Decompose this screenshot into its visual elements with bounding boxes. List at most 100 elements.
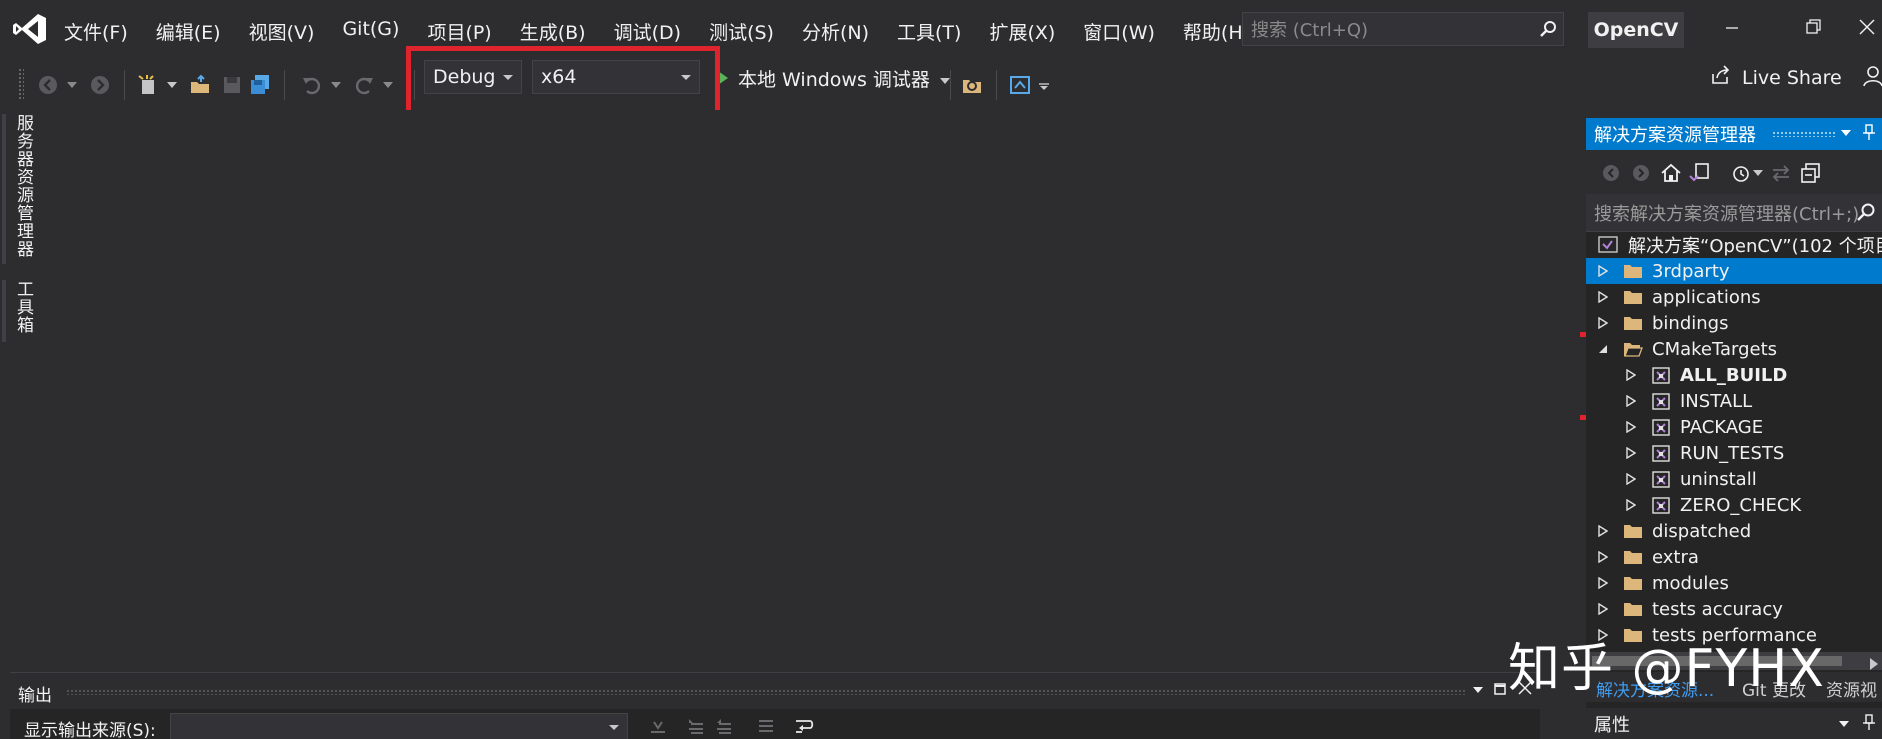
start-debugging-label: 本地 Windows 调试器 bbox=[738, 68, 930, 91]
chevron-down-icon[interactable] bbox=[1752, 162, 1764, 184]
tree-folder-item[interactable]: tests accuracy bbox=[1586, 596, 1882, 622]
solution-explorer-header[interactable]: 解决方案资源管理器 bbox=[1586, 118, 1882, 150]
restore-button[interactable] bbox=[1794, 14, 1834, 44]
close-button[interactable] bbox=[1852, 14, 1882, 44]
tab-toolbox[interactable]: 工具箱 bbox=[11, 280, 36, 334]
back-icon[interactable] bbox=[1600, 162, 1622, 184]
chevron-down-icon[interactable] bbox=[1838, 714, 1850, 737]
account-icon[interactable] bbox=[1862, 64, 1882, 88]
switch-views-icon[interactable] bbox=[1688, 162, 1710, 184]
menu-edit[interactable]: 编辑(E) bbox=[156, 18, 236, 45]
toolbar-separator bbox=[950, 70, 951, 100]
chevron-down-icon[interactable] bbox=[939, 67, 950, 89]
output-maximize-button[interactable] bbox=[1494, 681, 1506, 699]
redo-icon[interactable] bbox=[352, 73, 376, 97]
tree-project-item[interactable]: INSTALL bbox=[1586, 388, 1882, 414]
collapsed-arrow-icon[interactable] bbox=[1624, 498, 1638, 512]
forward-icon[interactable] bbox=[1630, 162, 1652, 184]
menu-extensions[interactable]: 扩展(X) bbox=[989, 18, 1070, 45]
tab-server-explorer[interactable]: 服务器资源管理器 bbox=[11, 114, 36, 258]
new-project-dropdown-icon[interactable] bbox=[166, 73, 178, 97]
pin-icon[interactable] bbox=[1862, 122, 1876, 146]
tree-folder-item[interactable]: bindings bbox=[1586, 310, 1882, 336]
minimize-button[interactable] bbox=[1712, 14, 1752, 44]
cmake-project-icon bbox=[1650, 443, 1672, 463]
menu-window[interactable]: 窗口(W) bbox=[1083, 18, 1170, 45]
tree-project-item[interactable]: RUN_TESTS bbox=[1586, 440, 1882, 466]
tree-project-item[interactable]: ZERO_CHECK bbox=[1586, 492, 1882, 518]
find-in-files-icon[interactable] bbox=[960, 73, 984, 97]
tree-folder-item[interactable]: CMakeTargets bbox=[1586, 336, 1882, 362]
collapsed-arrow-icon[interactable] bbox=[1596, 602, 1610, 616]
toolbar-overflow-icon[interactable] bbox=[1038, 73, 1050, 97]
menu-debug[interactable]: 调试(D) bbox=[614, 18, 696, 45]
collapse-all-icon[interactable] bbox=[1800, 162, 1822, 184]
tree-item-label: modules bbox=[1652, 572, 1729, 594]
collapsed-arrow-icon[interactable] bbox=[1624, 420, 1638, 434]
solution-explorer-search-input[interactable]: 搜索解决方案资源管理器(Ctrl+;) bbox=[1586, 194, 1882, 232]
visual-studio-logo-icon[interactable] bbox=[12, 12, 48, 46]
tree-folder-item[interactable]: modules bbox=[1586, 570, 1882, 596]
collapsed-arrow-icon[interactable] bbox=[1596, 316, 1610, 330]
collapsed-arrow-icon[interactable] bbox=[1596, 264, 1610, 278]
collapsed-arrow-icon[interactable] bbox=[1596, 524, 1610, 538]
find-message-icon[interactable] bbox=[648, 717, 668, 735]
menu-build[interactable]: 生成(B) bbox=[520, 18, 601, 45]
tree-item-label: PACKAGE bbox=[1680, 416, 1764, 438]
save-all-icon[interactable] bbox=[248, 73, 272, 97]
tree-project-item[interactable]: uninstall bbox=[1586, 466, 1882, 492]
navigate-forward-icon[interactable] bbox=[88, 73, 112, 97]
new-project-icon[interactable] bbox=[136, 73, 160, 97]
next-message-icon[interactable] bbox=[714, 717, 734, 735]
collapsed-arrow-icon[interactable] bbox=[1624, 472, 1638, 486]
menu-test[interactable]: 测试(S) bbox=[709, 18, 789, 45]
menu-file[interactable]: 文件(F) bbox=[64, 18, 143, 45]
live-share-button[interactable]: Live Share bbox=[1710, 64, 1842, 91]
properties-header[interactable]: 属性 bbox=[1586, 708, 1882, 739]
browser-link-icon[interactable] bbox=[1008, 73, 1032, 97]
output-title-grip[interactable] bbox=[66, 689, 1466, 695]
tree-folder-item[interactable]: 3rdparty bbox=[1586, 258, 1882, 284]
collapsed-arrow-icon[interactable] bbox=[1596, 290, 1610, 304]
sync-icon[interactable] bbox=[1770, 162, 1792, 184]
clear-all-icon[interactable] bbox=[756, 717, 776, 735]
word-wrap-icon[interactable] bbox=[794, 717, 814, 735]
home-icon[interactable] bbox=[1660, 162, 1682, 184]
tab-resource-view[interactable]: 资源视 bbox=[1826, 676, 1877, 701]
live-share-label: Live Share bbox=[1742, 66, 1842, 89]
chevron-down-icon[interactable] bbox=[1840, 122, 1852, 146]
global-search-input[interactable]: 搜索 (Ctrl+Q) bbox=[1242, 12, 1564, 46]
start-debugging-button[interactable]: 本地 Windows 调试器 bbox=[718, 62, 950, 94]
collapsed-arrow-icon[interactable] bbox=[1596, 550, 1610, 564]
save-icon[interactable] bbox=[220, 73, 244, 97]
navigate-back-dropdown-icon[interactable] bbox=[66, 73, 78, 97]
toolbar-grip[interactable] bbox=[18, 68, 24, 100]
undo-dropdown-icon[interactable] bbox=[330, 73, 342, 97]
navigate-back-icon[interactable] bbox=[36, 73, 60, 97]
menu-analyze[interactable]: 分析(N) bbox=[802, 18, 884, 45]
output-source-dropdown[interactable] bbox=[170, 713, 628, 739]
tree-folder-item[interactable]: applications bbox=[1586, 284, 1882, 310]
pending-changes-filter-icon[interactable] bbox=[1730, 162, 1752, 184]
tree-project-item[interactable]: PACKAGE bbox=[1586, 414, 1882, 440]
open-file-icon[interactable] bbox=[188, 73, 212, 97]
collapsed-arrow-icon[interactable] bbox=[1624, 394, 1638, 408]
collapsed-arrow-icon[interactable] bbox=[1596, 576, 1610, 590]
collapsed-arrow-icon[interactable] bbox=[1624, 368, 1638, 382]
expanded-arrow-icon[interactable] bbox=[1596, 342, 1610, 356]
collapsed-arrow-icon[interactable] bbox=[1624, 446, 1638, 460]
tree-project-item[interactable]: ALL_BUILD bbox=[1586, 362, 1882, 388]
redo-dropdown-icon[interactable] bbox=[382, 73, 394, 97]
undo-icon[interactable] bbox=[300, 73, 324, 97]
menu-view[interactable]: 视图(V) bbox=[249, 18, 330, 45]
menu-tools[interactable]: 工具(T) bbox=[897, 18, 976, 45]
pin-icon[interactable] bbox=[1862, 712, 1876, 737]
menu-git[interactable]: Git(G) bbox=[342, 18, 414, 45]
toolbar-separator bbox=[284, 70, 285, 100]
tree-folder-item[interactable]: extra bbox=[1586, 544, 1882, 570]
menu-project[interactable]: 项目(P) bbox=[427, 18, 506, 45]
output-menu-button[interactable] bbox=[1472, 681, 1484, 699]
tree-folder-item[interactable]: dispatched bbox=[1586, 518, 1882, 544]
solution-root-item[interactable]: 解决方案“OpenCV”(102 个项目 bbox=[1586, 232, 1882, 258]
previous-message-icon[interactable] bbox=[686, 717, 706, 735]
